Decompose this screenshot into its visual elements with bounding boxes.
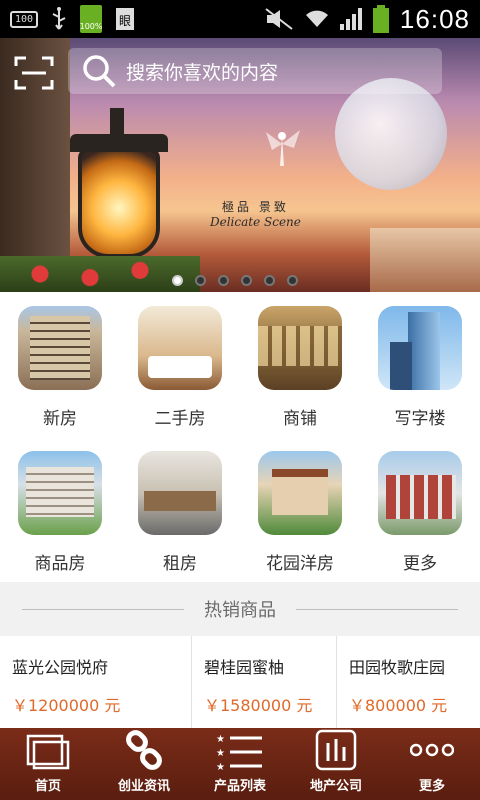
nav-label: 产品列表 (213, 779, 266, 794)
more-photo (378, 451, 462, 535)
clock: 16:08 (399, 3, 470, 34)
mute-icon (265, 8, 293, 30)
banner-house (370, 228, 480, 292)
chart-icon (315, 729, 357, 770)
nav-home[interactable]: 首页 (0, 728, 96, 800)
search-placeholder: 搜索你喜欢的内容 (126, 61, 279, 84)
product-price: ￥1200000 元 (12, 696, 121, 715)
category-second-hand[interactable]: 二手房 (120, 292, 240, 437)
carousel-dot[interactable] (172, 275, 183, 286)
nav-real-estate-company[interactable]: 地产公司 (288, 728, 384, 800)
wifi-icon (305, 10, 328, 27)
product-name: 碧桂园蜜柚 (204, 658, 285, 677)
category-shop[interactable]: 商铺 (240, 292, 360, 437)
category-garden-villa[interactable]: 花园洋房 (240, 437, 360, 582)
carousel-dot[interactable] (264, 275, 275, 286)
search-input[interactable]: 搜索你喜欢的内容 (68, 48, 442, 94)
document-icon: 眼 (116, 8, 135, 30)
category-grid: 新房 二手房 商铺 写字楼 商品房 租房 花园洋房 更多 (0, 292, 480, 582)
scan-button[interactable] (14, 56, 54, 90)
garden-villa-photo (258, 451, 342, 535)
carousel-indicator (172, 275, 298, 286)
carousel-dot[interactable] (287, 275, 298, 286)
svg-text:★: ★ (216, 762, 225, 770)
more-icon (410, 743, 454, 756)
carousel-dot[interactable] (218, 275, 229, 286)
banner-moon (335, 78, 447, 190)
nav-business-news[interactable]: 创业资讯 (96, 728, 192, 800)
home-icon (26, 734, 70, 769)
bottom-nav: 首页 创业资讯 ★ ★ ★ 产品列表 地产公司 更多 (0, 728, 480, 800)
list-icon: ★ ★ ★ (216, 734, 262, 770)
rental-photo (138, 451, 222, 535)
shop-photo (258, 306, 342, 390)
battery-icon: 100% (79, 5, 103, 33)
commercial-housing-photo (18, 451, 102, 535)
product-name: 田园牧歌庄园 (349, 658, 446, 677)
link-icon (126, 729, 162, 770)
carousel-dot[interactable] (195, 275, 206, 286)
product-card[interactable]: 蓝光公园悦府 ￥1200000 元 (0, 636, 192, 728)
hot-products: 蓝光公园悦府 ￥1200000 元 碧桂园蜜柚 ￥1580000 元 田园牧歌庄… (0, 636, 480, 728)
battery-full-icon (372, 5, 389, 33)
banner-caption-en: Delicate Scene (210, 215, 301, 229)
svg-text:眼: 眼 (119, 14, 131, 28)
category-label: 写字楼 (394, 409, 446, 429)
category-label: 更多 (403, 554, 437, 574)
product-card[interactable]: 田园牧歌庄园 ￥800000 元 (337, 636, 480, 728)
category-office[interactable]: 写字楼 (360, 292, 480, 437)
signal-icon (339, 8, 362, 30)
carousel-dot[interactable] (241, 275, 252, 286)
category-commercial-housing[interactable]: 商品房 (0, 437, 120, 582)
divider (22, 608, 184, 610)
second-hand-photo (138, 306, 222, 390)
product-price: ￥1580000 元 (204, 696, 313, 715)
new-house-photo (18, 306, 102, 390)
nav-label: 更多 (418, 779, 445, 794)
divider (296, 608, 458, 610)
battery-percent: 100% (79, 22, 103, 31)
nav-label: 创业资讯 (117, 779, 170, 794)
office-photo (378, 306, 462, 390)
search-icon (83, 55, 116, 88)
street-lamp (78, 148, 160, 258)
category-rental[interactable]: 租房 (120, 437, 240, 582)
svg-text:★: ★ (216, 734, 225, 745)
product-price: ￥800000 元 (349, 696, 448, 715)
status-bar: 100 100% 眼 16:08 (0, 0, 480, 38)
product-card[interactable]: 碧桂园蜜柚 ￥1580000 元 (192, 636, 337, 728)
svg-text:★: ★ (216, 748, 225, 759)
category-more[interactable]: 更多 (360, 437, 480, 582)
category-label: 租房 (163, 554, 197, 574)
usb-icon (52, 7, 66, 30)
category-label: 花园洋房 (266, 554, 334, 574)
nav-product-list[interactable]: ★ ★ ★ 产品列表 (192, 728, 288, 800)
category-new-house[interactable]: 新房 (0, 292, 120, 437)
scan-icon (14, 56, 54, 90)
nav-label: 地产公司 (309, 779, 362, 794)
fairy-figure (266, 130, 300, 166)
product-name: 蓝光公园悦府 (12, 658, 109, 677)
banner-caption-cn: 極品 景致 (222, 200, 289, 214)
banner-flowers (0, 256, 200, 292)
nav-more[interactable]: 更多 (384, 728, 480, 800)
sd-card-icon: 100 (10, 10, 39, 28)
hot-section-header: 热销商品 (0, 582, 480, 636)
category-label: 商铺 (283, 409, 317, 429)
nav-label: 首页 (34, 779, 61, 794)
category-label: 新房 (43, 409, 77, 429)
banner-caption: 極品 景致 Delicate Scene (210, 198, 301, 229)
category-label: 商品房 (34, 554, 86, 574)
hot-section-title: 热销商品 (204, 600, 276, 621)
category-label: 二手房 (154, 409, 206, 429)
